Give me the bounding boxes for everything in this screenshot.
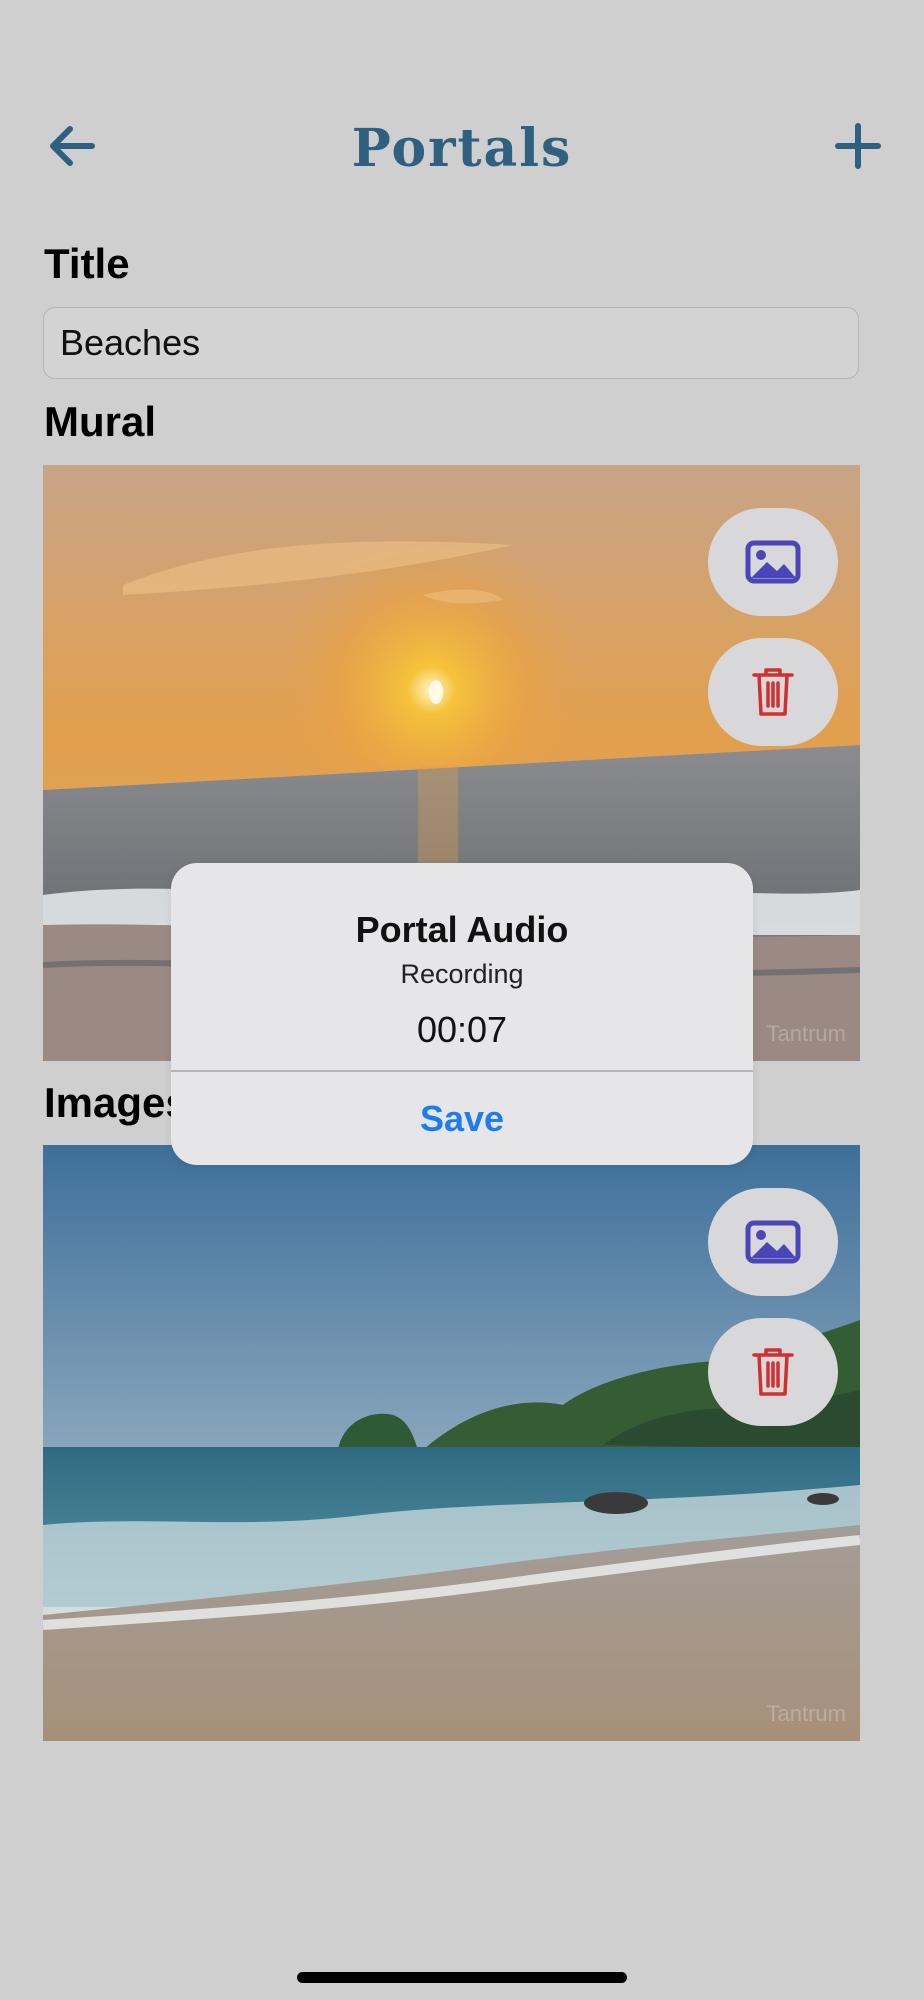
alert-title: Portal Audio	[355, 909, 569, 950]
portal-audio-alert: Portal Audio Recording 00:07 Save	[171, 863, 753, 1165]
watermark: Tantrum	[766, 1701, 846, 1726]
image-icon	[745, 540, 801, 584]
change-image-button[interactable]	[708, 1188, 838, 1296]
watermark: Tantrum	[766, 1021, 846, 1046]
page-title: Portals	[351, 118, 573, 179]
save-button[interactable]: Save	[171, 1072, 753, 1165]
title-label: Title	[44, 240, 130, 287]
delete-mural-image-button[interactable]	[708, 638, 838, 746]
title-input-value: Beaches	[60, 322, 201, 363]
title-input[interactable]: Beaches	[43, 307, 859, 379]
change-mural-image-button[interactable]	[708, 508, 838, 616]
trash-icon	[752, 1348, 794, 1396]
home-indicator[interactable]	[297, 1972, 627, 1983]
delete-image-button[interactable]	[708, 1318, 838, 1426]
plus-icon	[835, 123, 881, 169]
mural-label: Mural	[44, 398, 157, 445]
trash-icon	[752, 668, 794, 716]
navigation-bar: Portals	[0, 0, 924, 200]
alert-subtitle: Recording	[400, 959, 524, 989]
recording-timer: 00:07	[416, 1009, 508, 1050]
images-label: Images	[44, 1079, 189, 1126]
image-icon	[745, 1220, 801, 1264]
add-button[interactable]	[830, 118, 886, 174]
